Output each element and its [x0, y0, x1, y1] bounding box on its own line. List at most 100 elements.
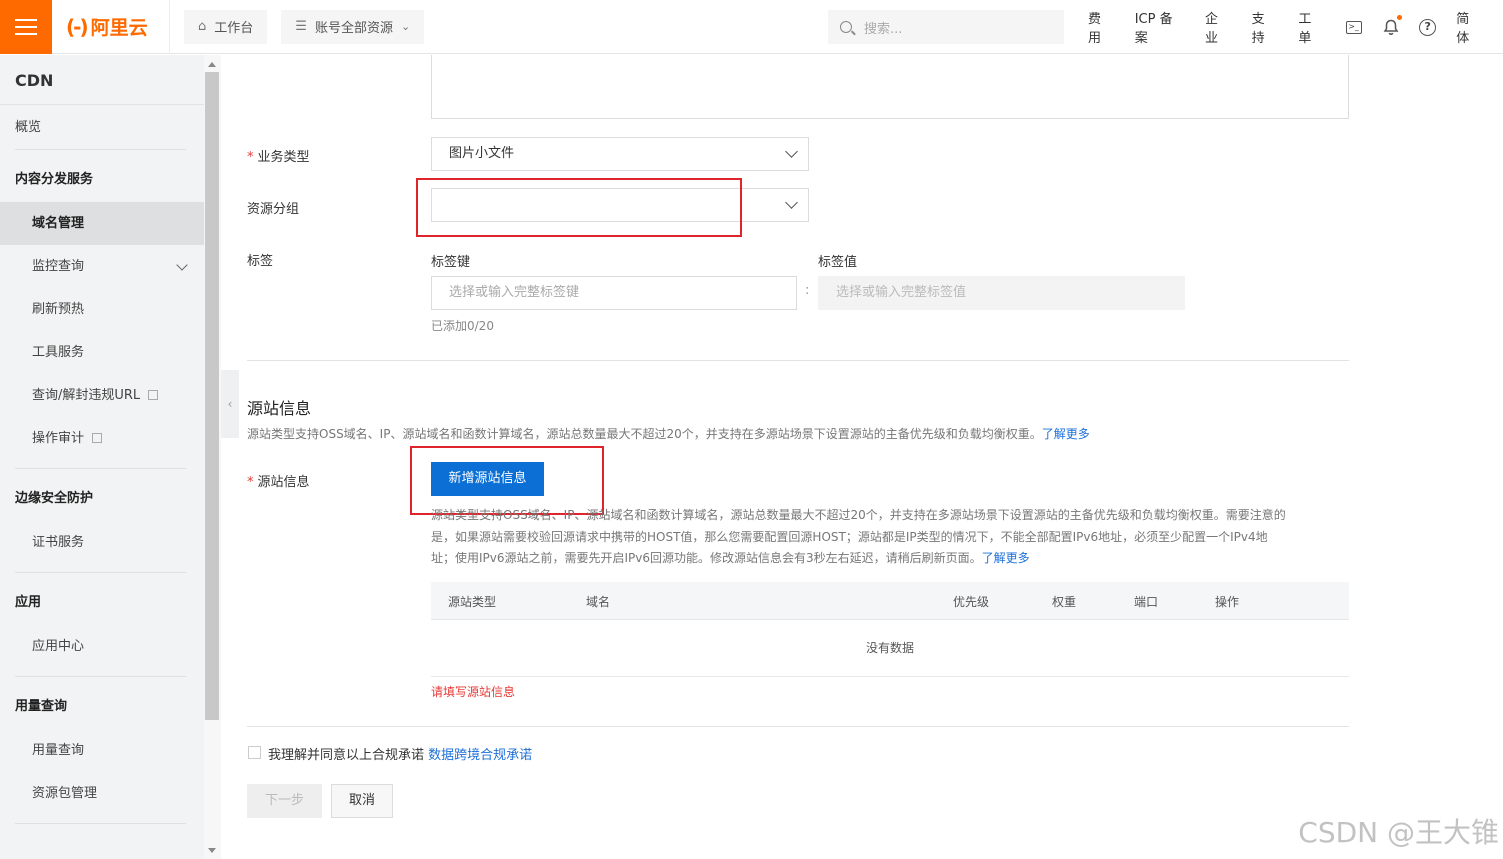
sidebar-item-refresh[interactable]: 刷新预热 [0, 288, 204, 331]
agree-checkbox[interactable] [248, 746, 261, 759]
logo-text: 阿里云 [90, 17, 148, 39]
origin-detail-desc: 源站类型支持OSS域名、IP、源站域名和函数计算域名，源站总数量最大不超过20个… [431, 505, 1361, 570]
column-port: 端口 [1134, 595, 1159, 609]
chevron-down-icon: ⌄ [400, 20, 411, 33]
sidebar-item-violation-url[interactable]: 查询/解封违规URL [0, 374, 204, 417]
link-icp[interactable]: ICP 备案 [1135, 8, 1183, 46]
section-divider [247, 726, 1349, 727]
next-step-button[interactable]: 下一步 [247, 784, 322, 818]
menu-icon [15, 18, 37, 35]
cancel-button[interactable]: 取消 [331, 784, 393, 818]
external-link-icon [92, 433, 103, 443]
tag-value-input[interactable]: 选择或输入完整标签值 [818, 276, 1185, 310]
sidebar-item-app-center[interactable]: 应用中心 [0, 625, 204, 668]
link-ticket[interactable]: 工单 [1298, 8, 1323, 46]
scroll-down-arrow-icon[interactable] [208, 848, 216, 853]
terminal-icon[interactable]: >_ [1345, 18, 1362, 36]
origin-error-message: 请填写源站信息 [431, 685, 516, 699]
sidebar-item-label: 监控查询 [32, 259, 85, 274]
sidebar-title: CDN [0, 55, 204, 105]
origin-detail-line: 源站类型支持OSS域名、IP、源站域名和函数计算域名，源站总数量最大不超过20个… [431, 508, 1286, 522]
resource-group-label: 资源分组 [247, 202, 300, 217]
chevron-down-icon [785, 145, 798, 158]
external-link-icon [148, 390, 159, 400]
section-divider [247, 360, 1349, 361]
main-content: * 业务类型 图片小文件 资源分组 标签 标签键 标签值 选择或输入完整标签键 :… [239, 55, 1503, 859]
field-label-text: 源站信息 [257, 475, 310, 490]
list-icon: ☰ [295, 19, 307, 34]
sidebar-item-overview[interactable]: 概览 [0, 106, 204, 149]
origin-detail-line: 址；使用IPv6源站之前，需要先开启IPv6回源功能。修改源站信息会有3秒左右延… [431, 551, 982, 565]
notification-dot [1397, 15, 1403, 20]
scroll-up-arrow-icon[interactable] [208, 62, 216, 67]
top-links: 费用 ICP 备案 企业 支持 工单 >_ ? 简体 [1088, 0, 1503, 54]
highlight-box-resource-group [416, 178, 742, 237]
hamburger-menu-button[interactable] [0, 0, 52, 54]
column-origin-type: 源站类型 [448, 595, 497, 609]
column-weight: 权重 [1052, 595, 1077, 609]
sidebar-item-audit[interactable]: 操作审计 [0, 417, 204, 460]
chevron-down-icon [785, 196, 798, 209]
tag-value-label: 标签值 [818, 255, 858, 270]
business-type-select[interactable]: 图片小文件 [431, 137, 809, 171]
sidebar-item-certificate[interactable]: 证书服务 [0, 521, 204, 564]
field-label-text: 业务类型 [257, 150, 310, 165]
bell-icon[interactable] [1382, 15, 1403, 36]
sidebar-item-resource-package[interactable]: 资源包管理 [0, 772, 204, 815]
compliance-link[interactable]: 数据跨境合规承诺 [428, 748, 532, 763]
sidebar-item-tools[interactable]: 工具服务 [0, 331, 204, 374]
home-icon: ⌂ [198, 19, 207, 34]
tags-label: 标签 [247, 254, 274, 269]
sidebar-item-domain-management[interactable]: 域名管理 [0, 202, 204, 245]
required-marker: * [247, 475, 254, 490]
tag-count-hint: 已添加0/20 [431, 319, 494, 333]
origin-desc-text: 源站类型支持OSS域名、IP、源站域名和函数计算域名，源站总数量最大不超过20个… [247, 427, 1042, 441]
origin-info-label: * 源站信息 [247, 471, 310, 490]
resource-scope-label: 账号全部资源 [314, 21, 393, 36]
link-billing[interactable]: 费用 [1088, 8, 1113, 46]
origin-section-title: 源站信息 [247, 399, 312, 418]
sidebar-group-content-delivery: 内容分发服务 [15, 172, 94, 187]
tag-key-input[interactable]: 选择或输入完整标签键 [431, 276, 797, 310]
top-bar: (-) 阿里云 ⌂ 工作台 ☰ 账号全部资源 ⌄ 搜索... 费用 ICP 备案… [0, 0, 1503, 54]
agree-text: 我理解并同意以上合规承诺 [268, 748, 425, 763]
search-icon [840, 21, 852, 33]
workbench-button[interactable]: ⌂ 工作台 [184, 9, 268, 44]
origin-table-header: 源站类型 域名 优先级 权重 端口 操作 [431, 582, 1349, 620]
logo[interactable]: (-) 阿里云 [52, 0, 170, 54]
workbench-label: 工作台 [214, 21, 254, 36]
business-type-label: * 业务类型 [247, 146, 310, 165]
sidebar-item-usage-query[interactable]: 用量查询 [0, 729, 204, 772]
logo-mark: (-) [66, 14, 89, 39]
column-actions: 操作 [1215, 595, 1240, 609]
origin-detail-line: 是，如果源站需要校验回源请求中携带的HOST值，那么您需要配置回源HOST；源站… [431, 529, 1268, 544]
sidebar-group-usage: 用量查询 [15, 699, 68, 714]
link-enterprise[interactable]: 企业 [1205, 8, 1230, 46]
sidebar-group-apps: 应用 [15, 595, 42, 610]
business-type-value: 图片小文件 [449, 146, 515, 161]
sidebar-item-monitoring[interactable]: 监控查询 [0, 245, 204, 288]
learn-more-link[interactable]: 了解更多 [982, 551, 1030, 565]
sidebar-group-edge-security: 边缘安全防护 [15, 491, 94, 506]
search-placeholder: 搜索... [864, 21, 903, 37]
learn-more-link[interactable]: 了解更多 [1042, 427, 1090, 441]
column-domain: 域名 [586, 595, 611, 609]
watermark: CSDN @王大锥 [1298, 816, 1499, 849]
agree-statement: 我理解并同意以上合规承诺 数据跨境合规承诺 [268, 744, 532, 763]
sidebar: CDN 概览 内容分发服务 域名管理 监控查询 刷新预热 工具服务 查询/解封违… [0, 55, 204, 859]
chevron-down-icon [176, 259, 188, 271]
language-switch[interactable]: 简体 [1456, 8, 1481, 46]
link-support[interactable]: 支持 [1252, 8, 1277, 46]
sidebar-item-label: 操作审计 [32, 431, 85, 446]
required-marker: * [247, 150, 254, 165]
resource-scope-dropdown[interactable]: ☰ 账号全部资源 ⌄ [281, 9, 425, 44]
description-textarea[interactable] [431, 55, 1349, 119]
table-empty-state: 没有数据 [431, 620, 1349, 677]
sidebar-item-label: 查询/解封违规URL [32, 388, 141, 403]
tag-separator: : [805, 283, 810, 298]
sidebar-divider [15, 823, 186, 824]
sidebar-collapse-button[interactable]: ‹ [221, 370, 239, 438]
scrollbar-thumb[interactable] [205, 72, 219, 720]
help-icon[interactable]: ? [1419, 18, 1437, 36]
search-input[interactable]: 搜索... [828, 10, 1064, 44]
